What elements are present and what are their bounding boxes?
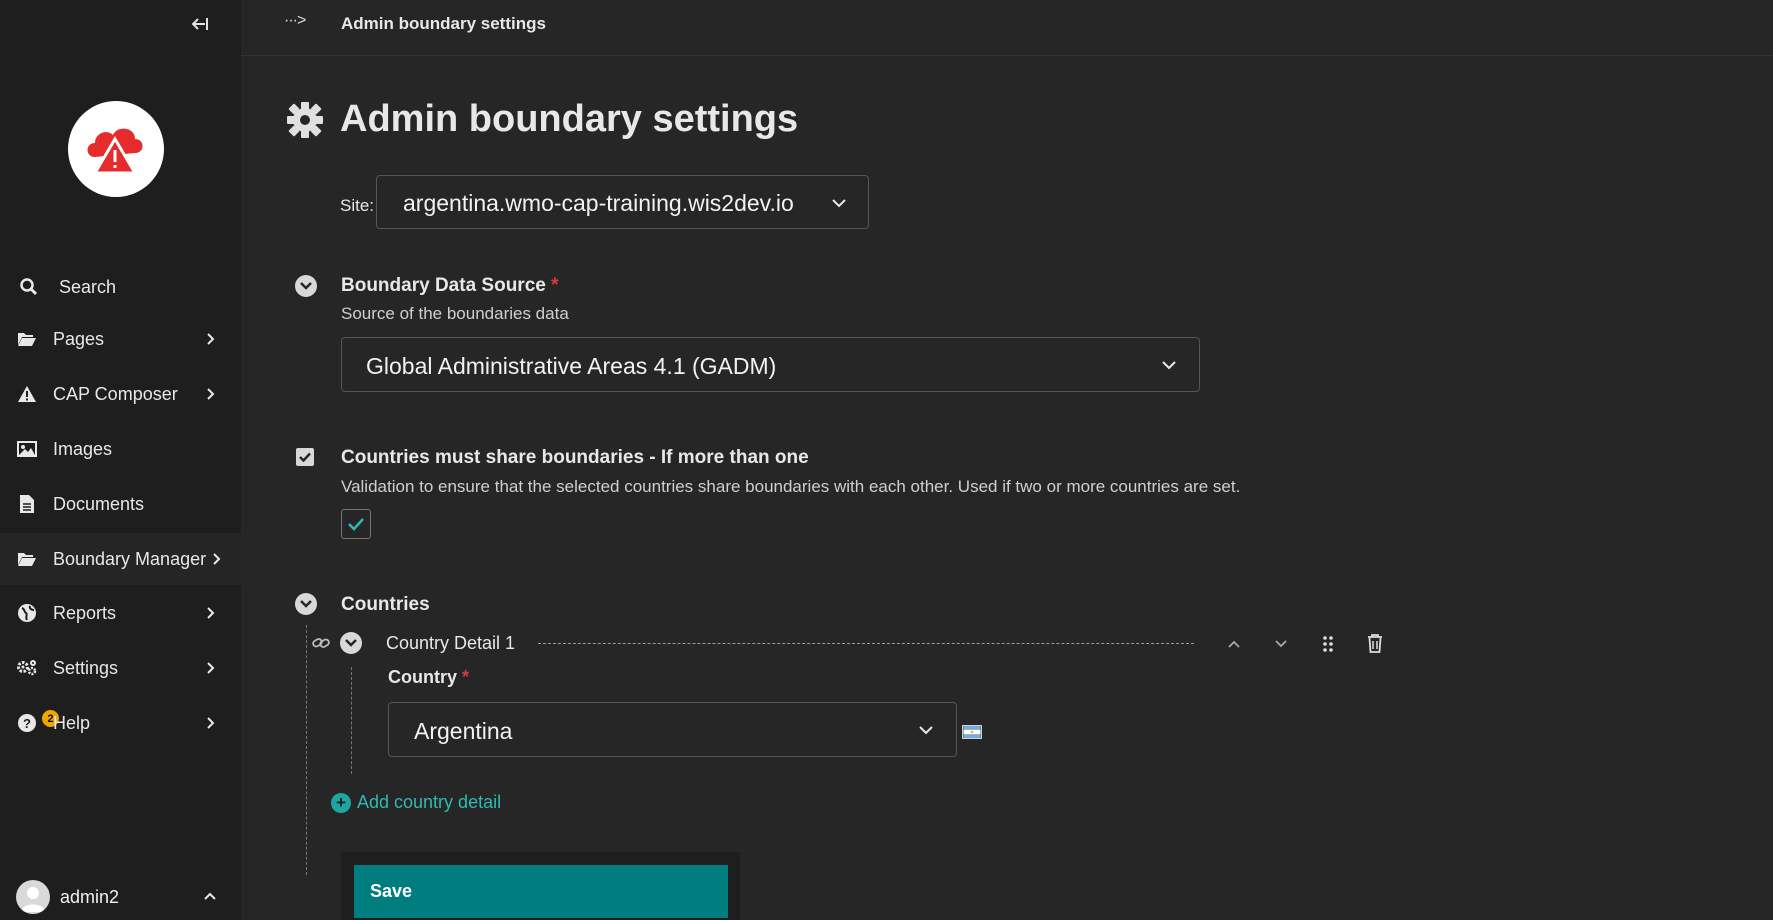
gear-icon	[287, 101, 323, 138]
collapse-sidebar-icon[interactable]	[186, 12, 212, 36]
sidebar-item-label: Pages	[53, 328, 105, 349]
document-icon	[16, 493, 38, 515]
move-down-icon[interactable]	[1270, 633, 1292, 655]
sidebar-item-reports[interactable]: Reports	[0, 587, 241, 639]
site-label: Site:	[340, 196, 375, 215]
page-title: Admin boundary settings	[340, 98, 799, 140]
sidebar-item-label: Search	[59, 276, 117, 297]
sidebar-item-label: CAP Composer	[53, 383, 178, 404]
sidebar-item-documents[interactable]: Documents	[0, 478, 241, 530]
item-guide-line	[351, 667, 352, 774]
list-guide-line	[306, 625, 307, 875]
field-help-text: Source of the boundaries data	[341, 304, 569, 323]
add-circle-icon: +	[331, 792, 351, 813]
boundary-source-value: Global Administrative Areas 4.1 (GADM)	[366, 353, 777, 379]
account-menu[interactable]: admin2	[16, 879, 226, 915]
chevron-right-icon	[207, 388, 215, 400]
breadcrumb-toggle[interactable]: ···>	[284, 12, 306, 30]
sidebar-item-label: Help	[53, 712, 91, 733]
required-mark: *	[551, 275, 559, 296]
trash-icon[interactable]	[1364, 632, 1386, 654]
sidebar-item-images[interactable]: Images	[0, 423, 241, 475]
required-mark: *	[462, 667, 470, 687]
chevron-down-icon	[1162, 361, 1176, 370]
divider	[538, 643, 1194, 644]
collapse-section-icon[interactable]	[295, 593, 317, 615]
chevron-right-icon	[207, 333, 215, 345]
link-icon[interactable]	[310, 632, 332, 654]
sidebar-item-label: Images	[53, 438, 113, 459]
drag-handle-icon[interactable]	[1317, 633, 1339, 655]
search-icon	[18, 276, 40, 298]
chevron-right-icon	[207, 662, 215, 674]
collapse-item-icon[interactable]	[340, 632, 362, 654]
sidebar-item-label: Boundary Manager	[53, 548, 207, 569]
folder-open-icon	[16, 328, 38, 350]
checkmark-icon	[348, 518, 364, 531]
field-title: Country *	[388, 667, 470, 687]
checkbox-field-icon	[296, 448, 314, 466]
move-up-icon[interactable]	[1223, 633, 1245, 655]
country-detail-title: Country Detail 1	[386, 633, 516, 653]
add-country-detail-label: Add country detail	[357, 792, 502, 812]
avatar	[16, 880, 50, 914]
sidebar-item-label: Documents	[53, 493, 145, 514]
argentina-flag-icon	[962, 725, 982, 739]
sidebar-item-cap-composer[interactable]: CAP Composer	[0, 368, 241, 420]
add-country-detail-button[interactable]: + Add country detail	[331, 792, 501, 813]
account-name: admin2	[60, 886, 120, 907]
sidebar-item-label: Settings	[53, 657, 119, 678]
site-select-value: argentina.wmo-cap-training.wis2dev.io	[403, 190, 794, 216]
image-icon	[16, 438, 38, 460]
globe-icon	[16, 602, 38, 624]
chevron-down-icon	[919, 726, 933, 735]
field-title: Countries	[341, 594, 430, 615]
cogs-icon	[16, 657, 38, 679]
chevron-up-icon	[204, 892, 216, 900]
chevron-right-icon	[207, 717, 215, 729]
page-header: Admin boundary settings	[286, 98, 798, 141]
sidebar-item-help[interactable]: ? 2 Help	[0, 697, 241, 749]
sidebar-item-pages[interactable]: Pages	[0, 313, 241, 365]
breadcrumb: Admin boundary settings	[341, 14, 546, 33]
sidebar-item-label: Reports	[53, 602, 117, 623]
top-bar: ···> Admin boundary settings	[241, 0, 1773, 56]
chevron-right-icon	[213, 553, 221, 565]
sidebar-item-search[interactable]: Search	[0, 261, 241, 313]
share-boundaries-checkbox[interactable]	[341, 509, 371, 539]
collapse-section-icon[interactable]	[295, 275, 317, 297]
field-title: Countries must share boundaries - If mor…	[341, 447, 809, 468]
help-icon: ? 2	[16, 710, 59, 734]
country-select-value: Argentina	[414, 718, 513, 744]
sidebar-item-boundary-manager[interactable]: Boundary Manager	[0, 533, 241, 585]
country-select[interactable]: Argentina	[388, 702, 957, 757]
sidebar: Search Pages CAP Composer Images Documen…	[0, 0, 241, 920]
boundary-source-select[interactable]: Global Administrative Areas 4.1 (GADM)	[341, 337, 1200, 392]
chevron-down-icon	[832, 199, 846, 208]
field-help-text: Validation to ensure that the selected c…	[341, 477, 1241, 496]
svg-text:?: ?	[23, 716, 31, 731]
site-select[interactable]: argentina.wmo-cap-training.wis2dev.io	[376, 175, 869, 229]
warning-icon	[16, 383, 38, 405]
sidebar-item-settings[interactable]: Settings	[0, 642, 241, 694]
field-title: Boundary Data Source *	[341, 275, 559, 296]
form-footer: Save	[341, 852, 740, 920]
folder-open-icon	[16, 548, 38, 570]
app-logo[interactable]	[68, 101, 164, 197]
chevron-right-icon	[207, 607, 215, 619]
cloud-alert-icon	[87, 128, 143, 175]
save-button[interactable]: Save	[354, 865, 728, 918]
